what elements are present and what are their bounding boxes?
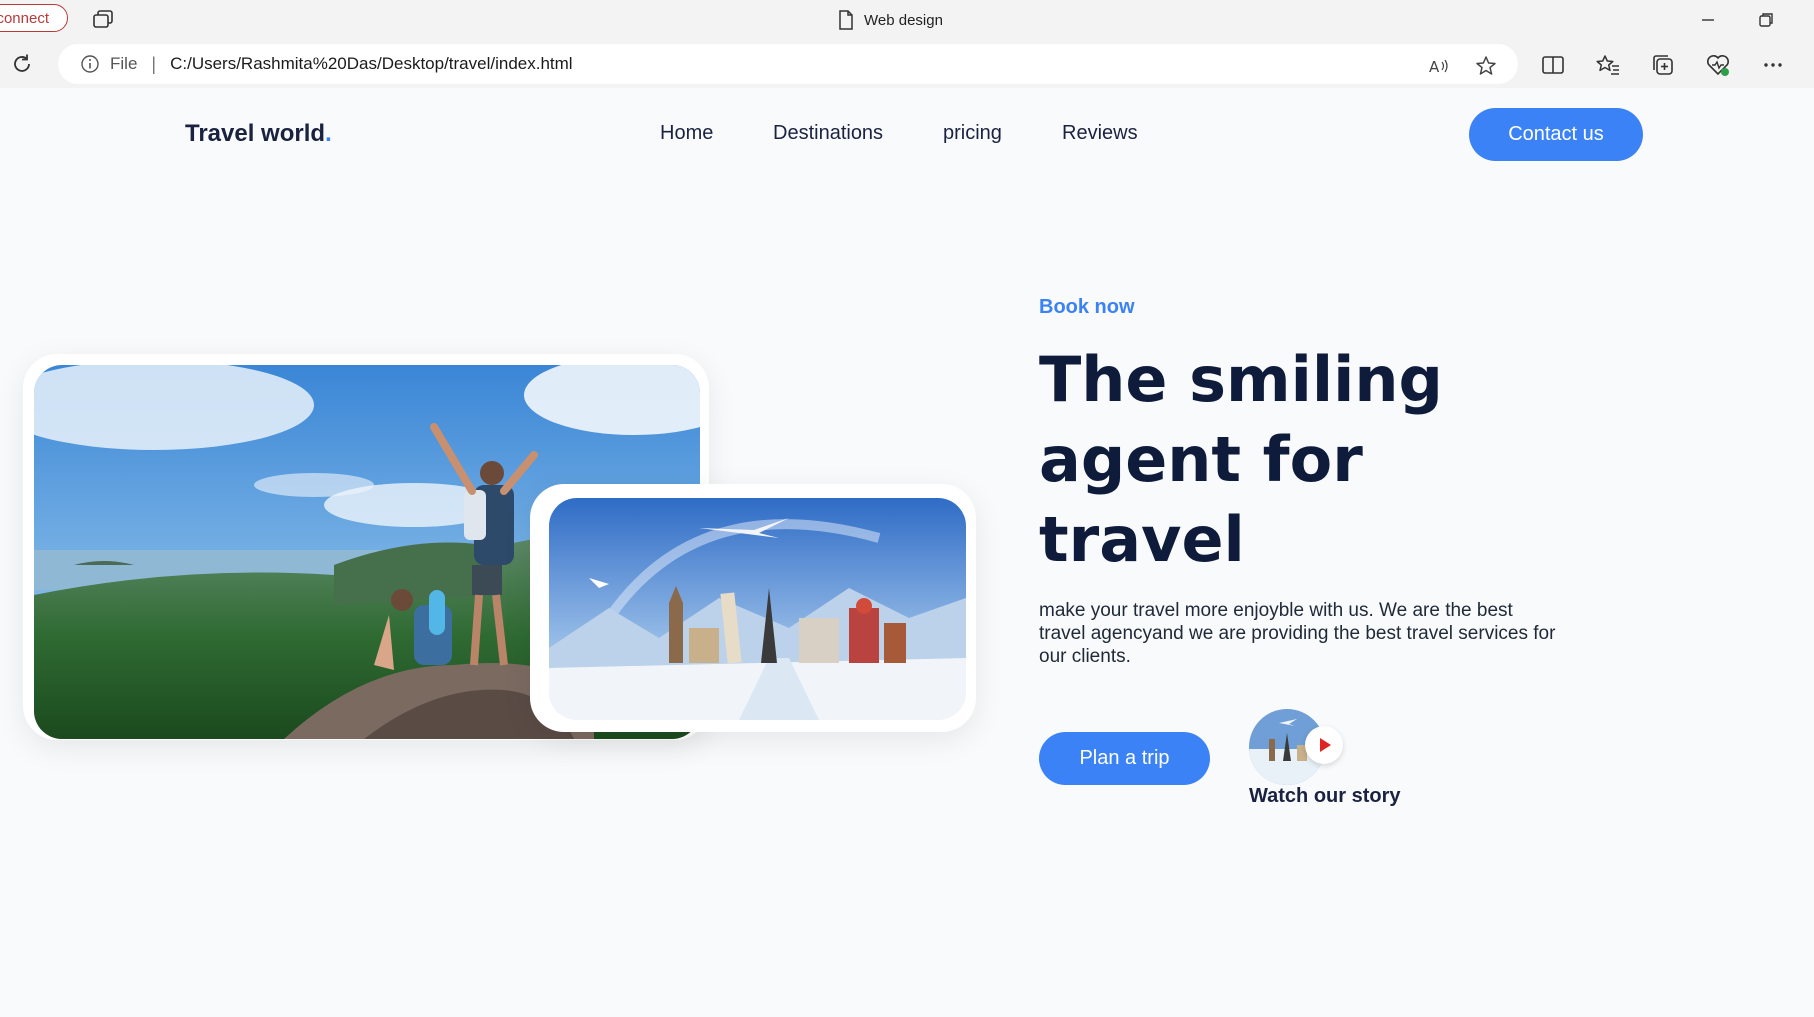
connect-button[interactable]: connect <box>0 4 68 32</box>
minimize-icon[interactable] <box>1696 8 1720 32</box>
headline-line-2: agent for <box>1039 423 1363 496</box>
play-icon <box>1320 738 1331 752</box>
plan-trip-button[interactable]: Plan a trip <box>1039 732 1210 785</box>
svg-text:A: A <box>1429 58 1440 76</box>
tab-actions-icon[interactable] <box>92 10 114 30</box>
collections-icon[interactable] <box>1650 52 1676 78</box>
headline-line-3: travel <box>1039 503 1245 576</box>
headline-line-1: The smiling <box>1039 343 1443 416</box>
favorites-icon[interactable] <box>1595 52 1621 78</box>
logo-text: Travel world <box>185 120 326 147</box>
web-page: Travel world. Home Destinations pricing … <box>0 88 1814 1017</box>
browser-titlebar: connect Web design <box>0 0 1814 40</box>
read-aloud-icon[interactable]: A <box>1427 54 1451 78</box>
contact-us-button[interactable]: Contact us <box>1469 108 1643 161</box>
hero-description: make your travel more enjoyble with us. … <box>1039 600 1556 667</box>
browser-essentials-icon[interactable] <box>1705 52 1731 78</box>
tab-title: Web design <box>864 11 943 29</box>
info-icon[interactable] <box>80 54 100 74</box>
restore-icon[interactable] <box>1754 8 1778 32</box>
site-logo[interactable]: Travel world. <box>185 120 332 148</box>
play-button[interactable] <box>1305 726 1343 764</box>
nav-reviews[interactable]: Reviews <box>1062 122 1138 145</box>
file-label: File <box>110 54 138 73</box>
more-options-icon[interactable] <box>1760 52 1786 78</box>
address-separator: | <box>151 53 157 74</box>
url-text[interactable]: C:/Users/Rashmita%20Das/Desktop/travel/i… <box>170 54 572 74</box>
nav-destinations[interactable]: Destinations <box>773 122 883 145</box>
document-icon <box>839 10 853 30</box>
address-bar[interactable]: File | C:/Users/Rashmita%20Das/Desktop/t… <box>58 44 1518 84</box>
favorite-star-icon[interactable] <box>1474 54 1498 78</box>
logo-dot: . <box>325 120 332 147</box>
nav-pricing[interactable]: pricing <box>943 122 1002 145</box>
window-title: Web design <box>838 10 943 30</box>
hero-headline: The smiling agent for travel <box>1039 340 1559 580</box>
reload-icon[interactable] <box>10 52 34 76</box>
book-now-label: Book now <box>1039 296 1135 318</box>
watch-story-link[interactable]: Watch our story <box>1249 785 1401 808</box>
nav-home[interactable]: Home <box>660 122 713 145</box>
world-landmarks-image <box>549 498 966 720</box>
split-screen-icon[interactable] <box>1540 52 1566 78</box>
